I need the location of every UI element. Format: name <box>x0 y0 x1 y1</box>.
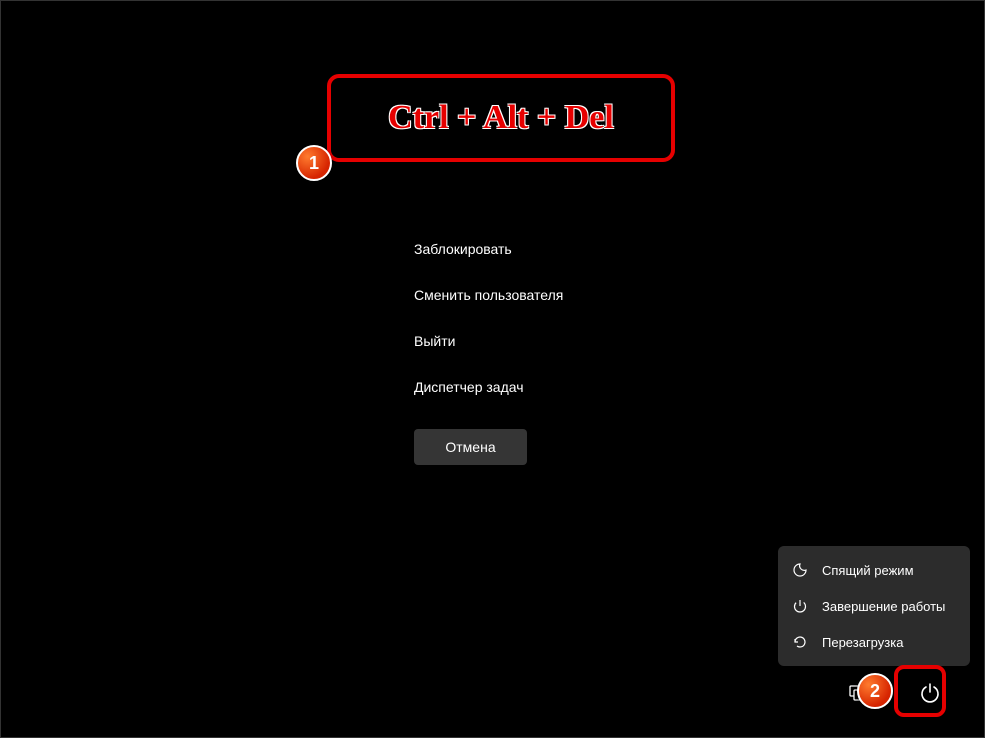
power-icon <box>792 598 808 614</box>
cancel-button-label: Отмена <box>445 439 495 455</box>
annotation-shortcut-box: Ctrl + Alt + Del <box>327 74 675 162</box>
menu-item-switch-user[interactable]: Сменить пользователя <box>414 272 563 318</box>
menu-item-lock[interactable]: Заблокировать <box>414 226 563 272</box>
power-menu-restart[interactable]: Перезагрузка <box>778 624 970 660</box>
menu-item-lock-label: Заблокировать <box>414 241 512 257</box>
power-menu-shutdown[interactable]: Завершение работы <box>778 588 970 624</box>
power-menu-sleep[interactable]: Спящий режим <box>778 552 970 588</box>
menu-item-task-manager[interactable]: Диспетчер задач <box>414 364 563 410</box>
menu-item-task-manager-label: Диспетчер задач <box>414 379 524 395</box>
security-menu-list: Заблокировать Сменить пользователя Выйти… <box>414 226 563 410</box>
moon-icon <box>792 562 808 578</box>
annotation-badge-1: 1 <box>296 145 332 181</box>
annotation-shortcut-text: Ctrl + Alt + Del <box>388 99 614 137</box>
cancel-button[interactable]: Отмена <box>414 429 527 465</box>
power-menu-shutdown-label: Завершение работы <box>822 599 945 614</box>
power-menu-sleep-label: Спящий режим <box>822 563 914 578</box>
power-menu-restart-label: Перезагрузка <box>822 635 903 650</box>
annotation-badge-1-number: 1 <box>309 153 319 174</box>
annotation-badge-2: 2 <box>857 673 893 709</box>
menu-item-switch-user-label: Сменить пользователя <box>414 287 563 303</box>
power-menu: Спящий режим Завершение работы Перезагру… <box>778 546 970 666</box>
annotation-badge-2-number: 2 <box>870 681 880 702</box>
menu-item-sign-out-label: Выйти <box>414 333 455 349</box>
menu-item-sign-out[interactable]: Выйти <box>414 318 563 364</box>
restart-icon <box>792 634 808 650</box>
annotation-power-box <box>894 665 946 717</box>
